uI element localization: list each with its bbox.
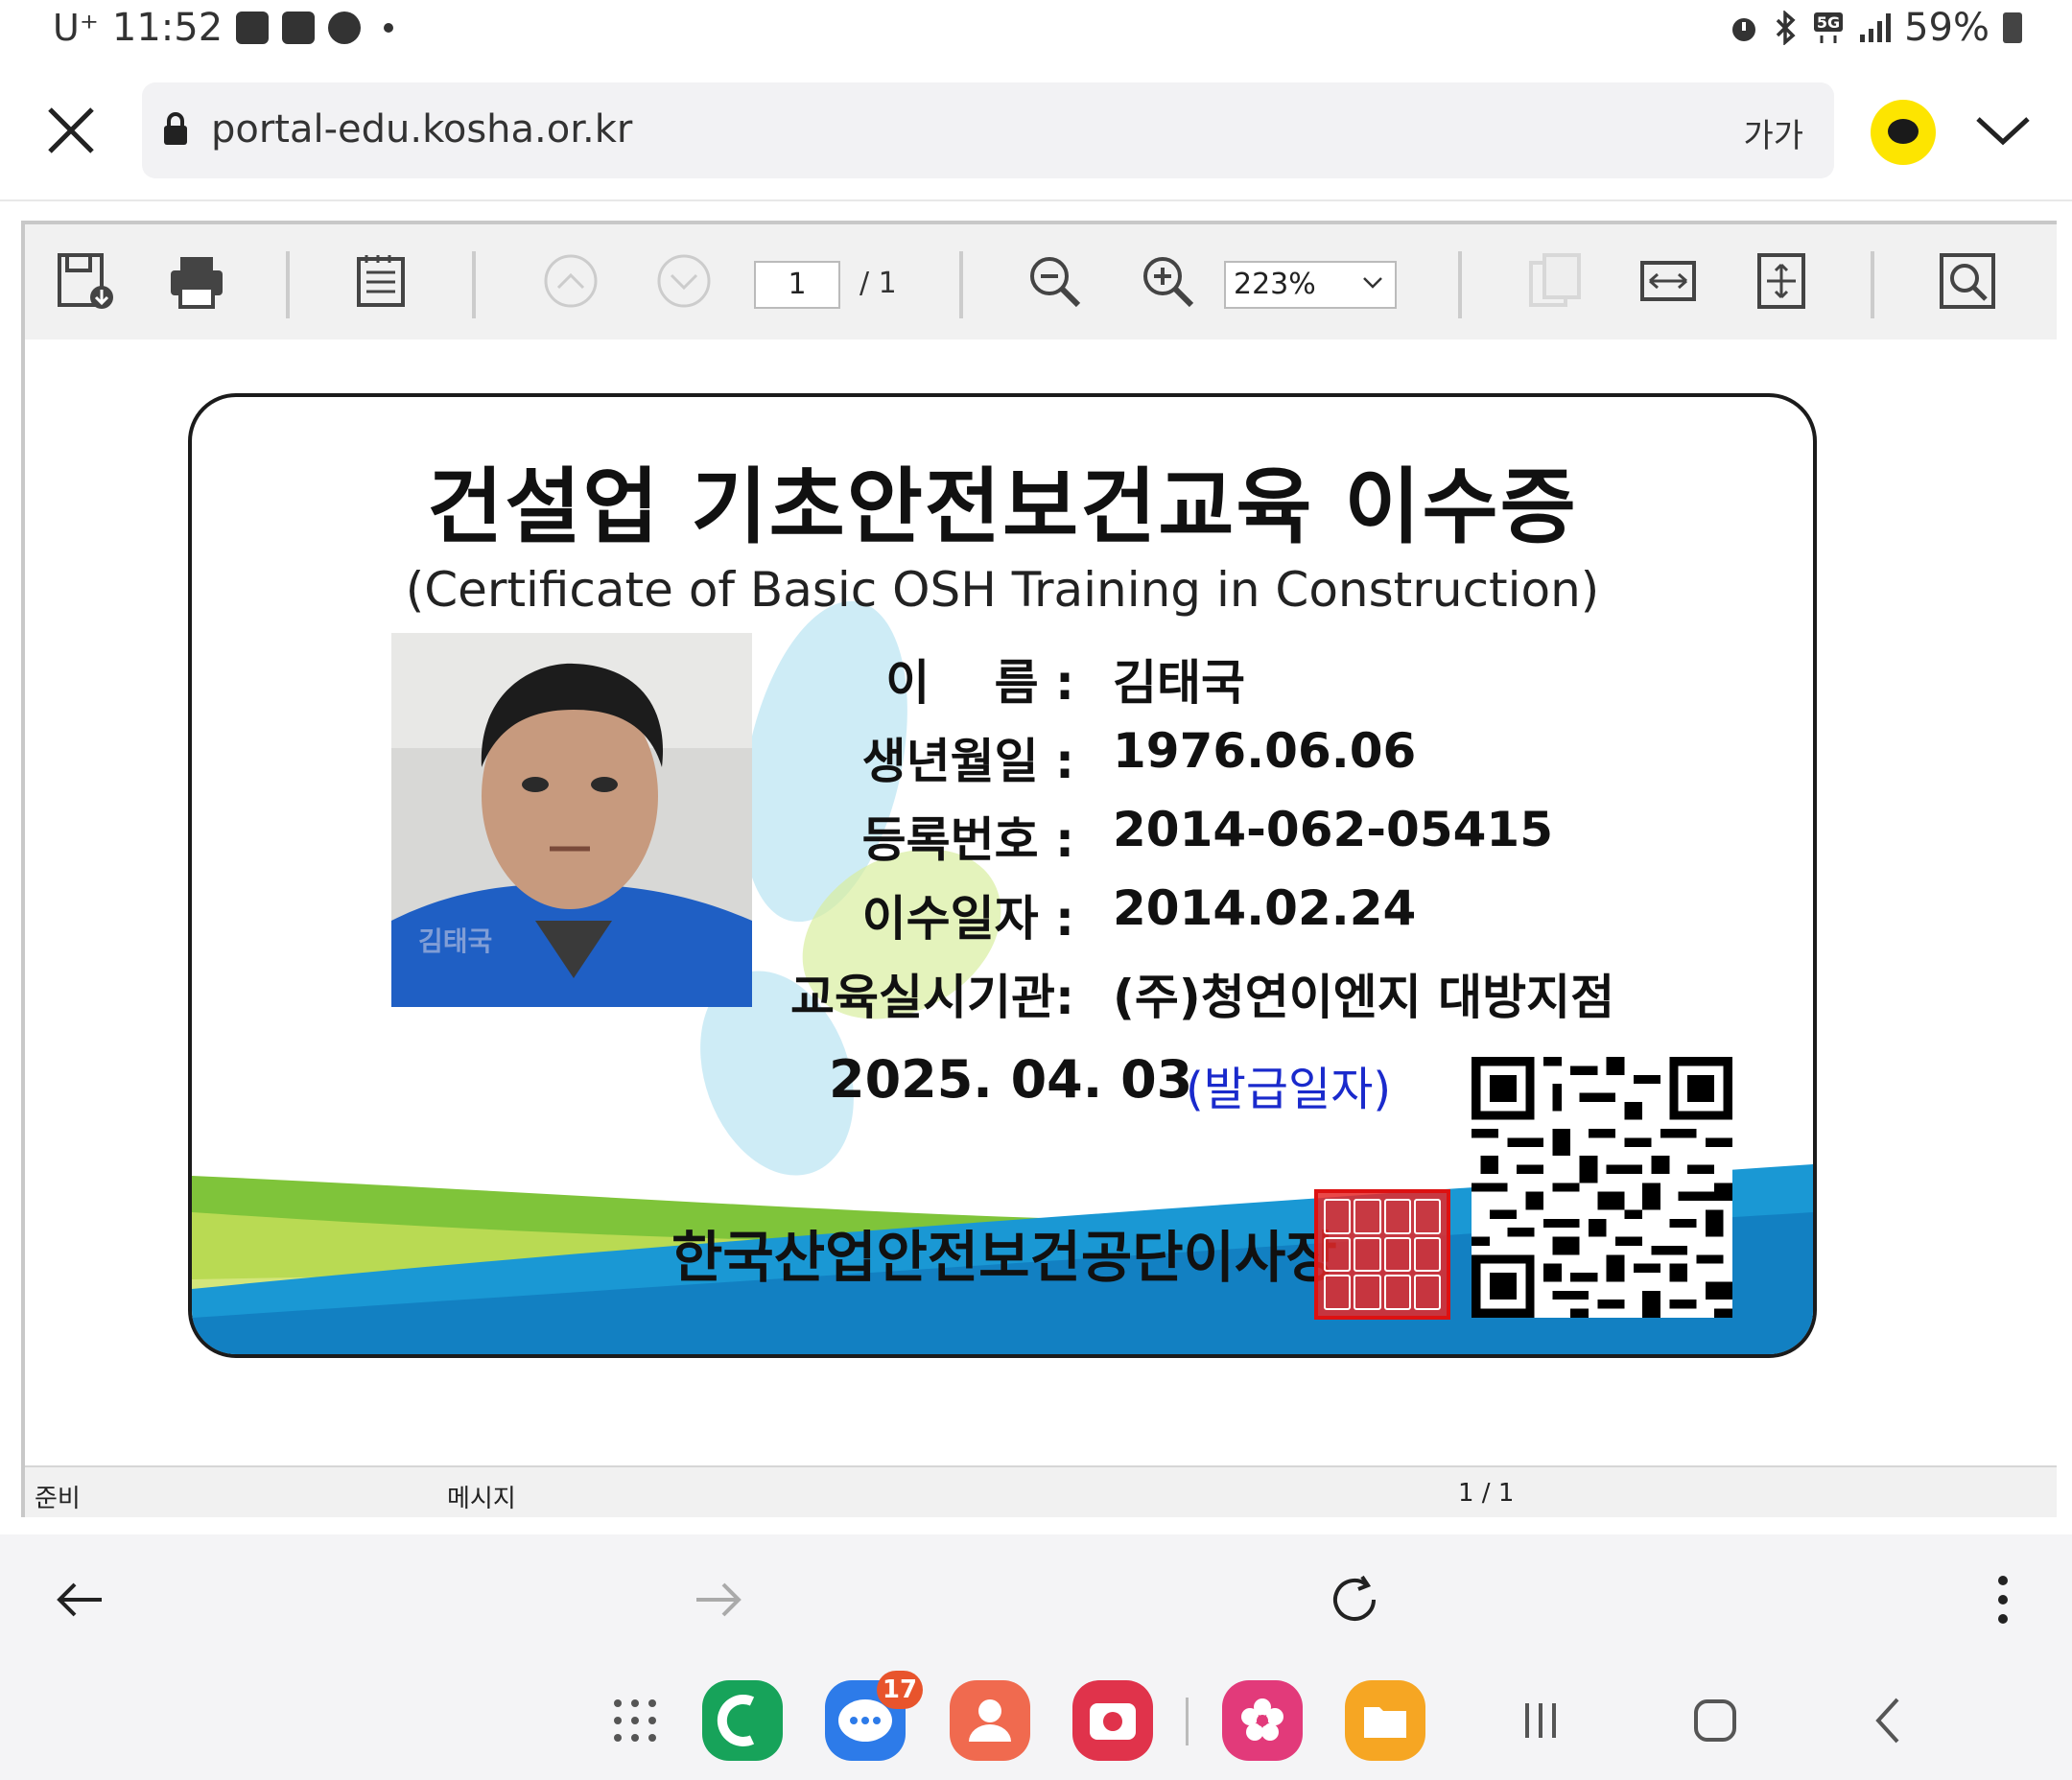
divider — [0, 199, 2072, 201]
system-back-icon[interactable] — [1859, 1690, 1920, 1751]
zoom-out-icon[interactable] — [1023, 249, 1086, 313]
kakao-chat-button[interactable] — [1871, 100, 1936, 165]
zoom-in-icon[interactable] — [1136, 249, 1199, 313]
status-message: 메시지 — [447, 1485, 516, 1513]
certificate-title: 건설업 기초안전보건교육 이수증 — [427, 459, 1578, 555]
issue-date: 2025. 04. 03 — [829, 1049, 1193, 1110]
certificate: 건설업 기초안전보건교육 이수증 (Certificate of Basic O… — [188, 393, 1817, 1358]
pdf-toolbar: 1 / 1 223% — [25, 224, 2057, 340]
gallery-notification-icon — [236, 12, 270, 44]
field-value: (주)청연이엔지 대방지점 — [1113, 970, 1615, 1025]
text-size-button[interactable]: 가가 — [1743, 109, 1803, 156]
url-text[interactable]: portal-edu.kosha.or.kr — [211, 107, 632, 152]
photo-watermark: 김태국 — [418, 925, 493, 957]
clock: 11:52 — [111, 6, 224, 50]
next-page-icon[interactable] — [652, 249, 716, 313]
pdf-viewer: 1 / 1 223% 건설업 기초안전보건교육 이수증 (Certificate… — [21, 221, 2057, 1517]
dock-separator — [1186, 1698, 1189, 1745]
field-value: 김태국 — [1113, 655, 1245, 711]
reload-icon[interactable] — [1324, 1569, 1385, 1630]
chevron-down-icon[interactable] — [1972, 102, 2034, 159]
fit-page-icon[interactable] — [1750, 249, 1813, 313]
contacts-app-icon[interactable] — [950, 1680, 1030, 1761]
5g-icon: 5G — [1814, 12, 1844, 43]
id-photo: 김태국 — [391, 633, 752, 1007]
my-files-app-icon[interactable] — [1345, 1680, 1425, 1761]
phone-app-icon[interactable] — [702, 1680, 783, 1761]
issue-date-label: (발급일자) — [1186, 1063, 1392, 1116]
message-notification-icon — [328, 12, 362, 44]
back-arrow-icon[interactable] — [50, 1569, 111, 1630]
copy-icon[interactable] — [1523, 249, 1587, 313]
field-label: 교육실시기관: — [790, 970, 1074, 1025]
field-value: 2014.02.24 — [1113, 880, 1417, 936]
lock-icon — [164, 112, 187, 145]
address-bar[interactable]: portal-edu.kosha.or.kr 가가 — [142, 82, 1834, 178]
battery-icon — [2003, 12, 2022, 43]
official-seal — [1314, 1189, 1450, 1320]
page-total: / 1 — [859, 267, 897, 300]
camera-app-icon[interactable] — [1072, 1680, 1153, 1761]
certificate-subtitle: (Certificate of Basic OSH Training in Co… — [405, 562, 1600, 618]
toolbar-separator — [286, 251, 290, 318]
field-label: 등록번호 : — [861, 812, 1074, 868]
svg-text:5G: 5G — [1817, 13, 1840, 32]
status-ready: 준비 — [35, 1485, 81, 1513]
zoom-select[interactable]: 223% — [1224, 261, 1397, 309]
toolbar-separator — [1871, 251, 1874, 318]
zoom-value: 223% — [1234, 268, 1316, 301]
chat-bubble-icon — [1888, 119, 1919, 144]
page-number-input[interactable]: 1 — [754, 261, 840, 309]
carrier-label: U⁺ — [53, 7, 99, 49]
toolbar-separator — [959, 251, 963, 318]
toolbar-separator — [472, 251, 476, 318]
messages-app-icon[interactable]: 17 — [825, 1671, 923, 1761]
browser-bottom-nav — [0, 1534, 2072, 1665]
field-value: 1976.06.06 — [1113, 723, 1417, 779]
fit-width-icon[interactable] — [1636, 249, 1700, 313]
battery-percent: 59% — [1904, 6, 1990, 50]
signal-icon — [1860, 13, 1892, 42]
chevron-down-icon — [1363, 277, 1382, 289]
search-icon[interactable] — [1936, 249, 1999, 313]
status-bar-left: U⁺ 11:52 — [53, 6, 394, 50]
browser-address-row: portal-edu.kosha.or.kr 가가 — [0, 79, 2072, 182]
print-icon[interactable] — [165, 249, 228, 313]
app-drawer-icon[interactable] — [604, 1690, 666, 1751]
signer: 한국산업안전보건공단이사장 — [671, 1225, 1337, 1290]
close-tab-button[interactable] — [44, 104, 98, 157]
field-label: 이수일자 : — [861, 891, 1074, 947]
previous-page-icon[interactable] — [539, 249, 602, 313]
gallery-app-icon[interactable] — [1222, 1680, 1303, 1761]
document-properties-icon[interactable] — [349, 249, 412, 313]
seal-pattern — [1324, 1199, 1441, 1310]
pdf-notification-icon — [282, 12, 316, 44]
system-dock: 17 — [0, 1665, 2072, 1780]
qr-code — [1472, 1057, 1732, 1318]
status-bar-right: 5G 59% — [1728, 6, 2022, 50]
save-icon[interactable] — [54, 249, 117, 313]
alarm-icon — [1732, 18, 1756, 41]
forward-arrow-icon[interactable] — [687, 1569, 748, 1630]
field-label: 생년월일 : — [861, 734, 1074, 789]
home-icon[interactable] — [1684, 1690, 1746, 1751]
recent-apps-icon[interactable] — [1510, 1690, 1571, 1751]
more-notifications-icon — [384, 23, 394, 33]
field-value: 2014-062-05415 — [1113, 802, 1553, 857]
messages-badge: 17 — [877, 1671, 923, 1709]
status-bar: U⁺ 11:52 5G 59% — [0, 0, 2072, 63]
pdf-status-bar: 준비 메시지 1 / 1 — [25, 1465, 2057, 1517]
toolbar-separator — [1458, 251, 1462, 318]
status-page-count: 1 / 1 — [1458, 1479, 1515, 1508]
bluetooth-icon — [1776, 11, 1796, 45]
field-label: 이 름 : — [885, 655, 1074, 711]
more-options-icon[interactable] — [1972, 1569, 2034, 1630]
